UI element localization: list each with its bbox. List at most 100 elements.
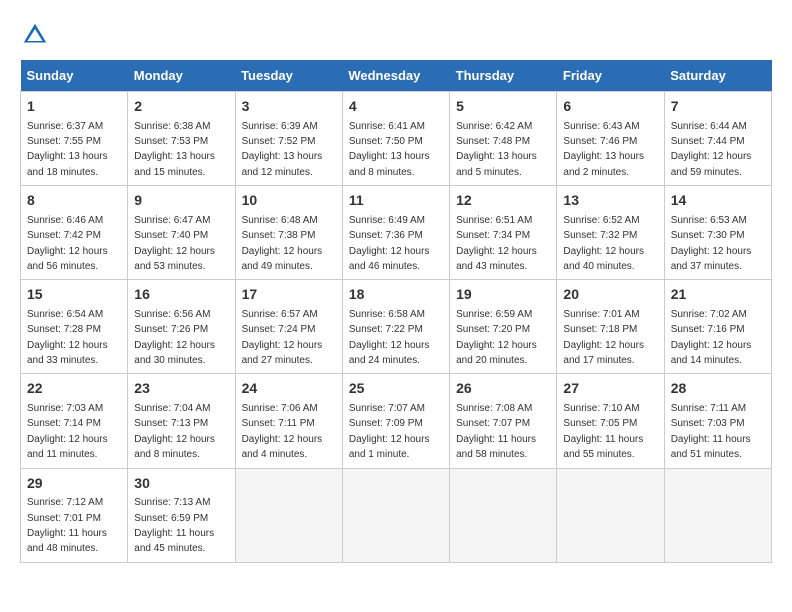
calendar-cell: 25 Sunrise: 7:07 AMSunset: 7:09 PMDaylig… [342,374,449,468]
logo [20,20,54,50]
calendar-cell: 20 Sunrise: 7:01 AMSunset: 7:18 PMDaylig… [557,280,664,374]
day-number: 1 [27,97,121,117]
calendar-cell: 11 Sunrise: 6:49 AMSunset: 7:36 PMDaylig… [342,186,449,280]
logo-icon [20,20,50,50]
day-info: Sunrise: 7:04 AMSunset: 7:13 PMDaylight:… [134,403,215,460]
day-number: 27 [563,379,657,399]
day-info: Sunrise: 7:11 AMSunset: 7:03 PMDaylight:… [671,403,751,460]
day-number: 16 [134,285,228,305]
day-number: 14 [671,191,765,211]
calendar-cell: 15 Sunrise: 6:54 AMSunset: 7:28 PMDaylig… [21,280,128,374]
day-info: Sunrise: 6:46 AMSunset: 7:42 PMDaylight:… [27,215,108,272]
weekday-header-friday: Friday [557,60,664,92]
calendar-cell: 8 Sunrise: 6:46 AMSunset: 7:42 PMDayligh… [21,186,128,280]
day-info: Sunrise: 6:48 AMSunset: 7:38 PMDaylight:… [242,215,323,272]
calendar-cell: 26 Sunrise: 7:08 AMSunset: 7:07 PMDaylig… [450,374,557,468]
day-info: Sunrise: 6:56 AMSunset: 7:26 PMDaylight:… [134,309,215,366]
day-info: Sunrise: 6:53 AMSunset: 7:30 PMDaylight:… [671,215,752,272]
calendar-header-row: SundayMondayTuesdayWednesdayThursdayFrid… [21,60,772,92]
day-number: 29 [27,474,121,494]
day-info: Sunrise: 6:39 AMSunset: 7:52 PMDaylight:… [242,121,323,178]
calendar-cell: 28 Sunrise: 7:11 AMSunset: 7:03 PMDaylig… [664,374,771,468]
day-info: Sunrise: 6:57 AMSunset: 7:24 PMDaylight:… [242,309,323,366]
day-number: 22 [27,379,121,399]
day-info: Sunrise: 6:43 AMSunset: 7:46 PMDaylight:… [563,121,644,178]
day-number: 21 [671,285,765,305]
calendar-cell: 21 Sunrise: 7:02 AMSunset: 7:16 PMDaylig… [664,280,771,374]
day-info: Sunrise: 6:41 AMSunset: 7:50 PMDaylight:… [349,121,430,178]
day-info: Sunrise: 7:07 AMSunset: 7:09 PMDaylight:… [349,403,430,460]
day-info: Sunrise: 7:01 AMSunset: 7:18 PMDaylight:… [563,309,644,366]
calendar-cell [342,468,449,562]
day-number: 28 [671,379,765,399]
calendar-cell: 24 Sunrise: 7:06 AMSunset: 7:11 PMDaylig… [235,374,342,468]
day-number: 15 [27,285,121,305]
day-number: 6 [563,97,657,117]
day-info: Sunrise: 6:49 AMSunset: 7:36 PMDaylight:… [349,215,430,272]
day-info: Sunrise: 6:42 AMSunset: 7:48 PMDaylight:… [456,121,537,178]
day-number: 11 [349,191,443,211]
weekday-header-saturday: Saturday [664,60,771,92]
day-number: 2 [134,97,228,117]
day-number: 13 [563,191,657,211]
calendar-cell: 1 Sunrise: 6:37 AMSunset: 7:55 PMDayligh… [21,92,128,186]
day-number: 10 [242,191,336,211]
calendar-cell: 29 Sunrise: 7:12 AMSunset: 7:01 PMDaylig… [21,468,128,562]
day-number: 19 [456,285,550,305]
day-number: 8 [27,191,121,211]
calendar-cell: 16 Sunrise: 6:56 AMSunset: 7:26 PMDaylig… [128,280,235,374]
calendar-cell [235,468,342,562]
day-info: Sunrise: 7:02 AMSunset: 7:16 PMDaylight:… [671,309,752,366]
calendar-cell: 10 Sunrise: 6:48 AMSunset: 7:38 PMDaylig… [235,186,342,280]
calendar-cell: 13 Sunrise: 6:52 AMSunset: 7:32 PMDaylig… [557,186,664,280]
calendar-cell: 2 Sunrise: 6:38 AMSunset: 7:53 PMDayligh… [128,92,235,186]
day-number: 30 [134,474,228,494]
calendar-week-row: 22 Sunrise: 7:03 AMSunset: 7:14 PMDaylig… [21,374,772,468]
page-header [20,20,772,50]
day-number: 18 [349,285,443,305]
calendar-cell: 17 Sunrise: 6:57 AMSunset: 7:24 PMDaylig… [235,280,342,374]
day-number: 3 [242,97,336,117]
day-info: Sunrise: 7:03 AMSunset: 7:14 PMDaylight:… [27,403,108,460]
day-info: Sunrise: 7:12 AMSunset: 7:01 PMDaylight:… [27,497,107,554]
weekday-header-sunday: Sunday [21,60,128,92]
day-info: Sunrise: 7:06 AMSunset: 7:11 PMDaylight:… [242,403,323,460]
day-number: 23 [134,379,228,399]
calendar-cell: 9 Sunrise: 6:47 AMSunset: 7:40 PMDayligh… [128,186,235,280]
day-info: Sunrise: 6:37 AMSunset: 7:55 PMDaylight:… [27,121,108,178]
calendar-week-row: 8 Sunrise: 6:46 AMSunset: 7:42 PMDayligh… [21,186,772,280]
calendar-cell: 23 Sunrise: 7:04 AMSunset: 7:13 PMDaylig… [128,374,235,468]
calendar-cell: 3 Sunrise: 6:39 AMSunset: 7:52 PMDayligh… [235,92,342,186]
day-number: 20 [563,285,657,305]
day-number: 9 [134,191,228,211]
calendar-cell: 27 Sunrise: 7:10 AMSunset: 7:05 PMDaylig… [557,374,664,468]
day-number: 12 [456,191,550,211]
calendar-cell: 5 Sunrise: 6:42 AMSunset: 7:48 PMDayligh… [450,92,557,186]
day-info: Sunrise: 7:13 AMSunset: 6:59 PMDaylight:… [134,497,214,554]
calendar-cell: 19 Sunrise: 6:59 AMSunset: 7:20 PMDaylig… [450,280,557,374]
calendar-cell: 18 Sunrise: 6:58 AMSunset: 7:22 PMDaylig… [342,280,449,374]
day-info: Sunrise: 6:47 AMSunset: 7:40 PMDaylight:… [134,215,215,272]
day-number: 25 [349,379,443,399]
day-info: Sunrise: 7:10 AMSunset: 7:05 PMDaylight:… [563,403,643,460]
calendar-cell [664,468,771,562]
weekday-header-wednesday: Wednesday [342,60,449,92]
calendar-table: SundayMondayTuesdayWednesdayThursdayFrid… [20,60,772,563]
day-number: 4 [349,97,443,117]
day-number: 17 [242,285,336,305]
day-info: Sunrise: 6:44 AMSunset: 7:44 PMDaylight:… [671,121,752,178]
day-number: 24 [242,379,336,399]
weekday-header-thursday: Thursday [450,60,557,92]
weekday-header-tuesday: Tuesday [235,60,342,92]
calendar-week-row: 15 Sunrise: 6:54 AMSunset: 7:28 PMDaylig… [21,280,772,374]
day-info: Sunrise: 7:08 AMSunset: 7:07 PMDaylight:… [456,403,536,460]
calendar-week-row: 1 Sunrise: 6:37 AMSunset: 7:55 PMDayligh… [21,92,772,186]
calendar-cell: 22 Sunrise: 7:03 AMSunset: 7:14 PMDaylig… [21,374,128,468]
calendar-cell: 12 Sunrise: 6:51 AMSunset: 7:34 PMDaylig… [450,186,557,280]
day-info: Sunrise: 6:52 AMSunset: 7:32 PMDaylight:… [563,215,644,272]
calendar-cell: 14 Sunrise: 6:53 AMSunset: 7:30 PMDaylig… [664,186,771,280]
calendar-week-row: 29 Sunrise: 7:12 AMSunset: 7:01 PMDaylig… [21,468,772,562]
calendar-cell: 6 Sunrise: 6:43 AMSunset: 7:46 PMDayligh… [557,92,664,186]
calendar-cell [557,468,664,562]
day-number: 5 [456,97,550,117]
